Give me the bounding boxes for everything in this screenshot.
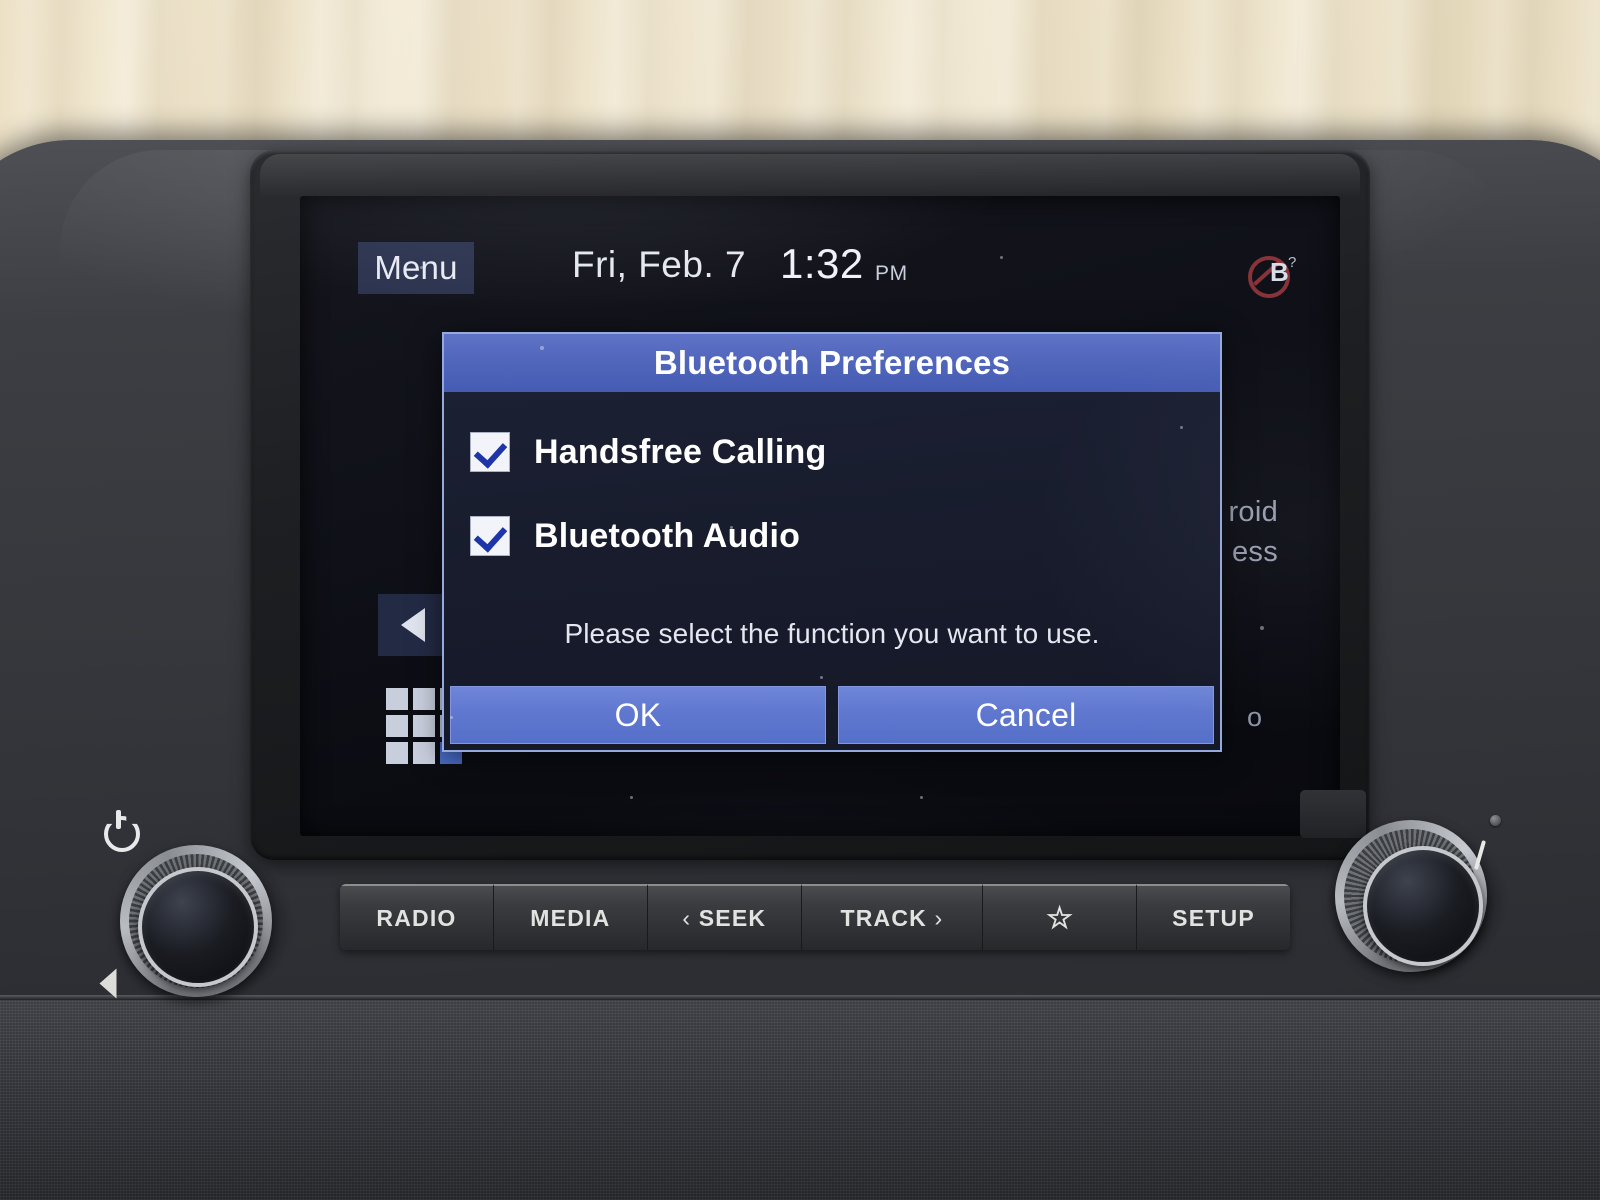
track-right-chevron-icon: › <box>934 904 944 931</box>
cancel-button[interactable]: Cancel <box>838 686 1214 744</box>
bezel-screw <box>1490 815 1501 826</box>
bluetooth-disconnected-icon: B ? <box>1248 254 1304 298</box>
photo-scene: FM roid ess o Menu Fri, Feb. 7 <box>0 0 1600 1200</box>
status-bar: Menu Fri, Feb. 7 1:32 PM B ? <box>300 196 1340 298</box>
grid-cell <box>413 715 435 737</box>
bezel-highlight <box>260 154 1360 198</box>
checkbox-bluetooth-audio[interactable] <box>470 516 510 556</box>
hw-button-track[interactable]: TRACK › <box>801 884 984 950</box>
hw-button-track-label: TRACK <box>840 904 927 931</box>
back-arrow-icon[interactable] <box>378 594 450 656</box>
dashboard-lower-panel <box>0 1000 1600 1200</box>
bluetooth-preferences-dialog[interactable]: Bluetooth Preferences Handsfree Calling … <box>442 332 1222 752</box>
grid-cell <box>386 688 408 710</box>
option-handsfree-calling[interactable]: Handsfree Calling <box>470 432 826 472</box>
seek-left-chevron-icon: ‹ <box>682 904 692 931</box>
checkbox-handsfree-calling[interactable] <box>470 432 510 472</box>
status-ampm: PM <box>875 262 908 285</box>
back-arrow-glyph <box>400 608 425 642</box>
infotainment-screen[interactable]: FM roid ess o Menu Fri, Feb. 7 <box>300 196 1340 836</box>
power-stem-glyph <box>116 810 121 829</box>
grid-cell <box>386 742 408 764</box>
bluetooth-status-letter: B <box>1270 257 1289 287</box>
status-date: Fri, Feb. 7 <box>572 244 747 285</box>
knob-face <box>1363 846 1483 966</box>
ok-button[interactable]: OK <box>450 686 826 744</box>
background-text-bottom: ess <box>1231 536 1278 568</box>
option-label-bluetooth-audio: Bluetooth Audio <box>534 516 801 555</box>
hw-button-media[interactable]: MEDIA <box>493 884 648 950</box>
power-ring-glyph <box>104 816 140 852</box>
dialog-body: Handsfree Calling Bluetooth Audio Please… <box>444 392 1220 750</box>
hardware-button-strip: RADIO MEDIA ‹ SEEK TRACK › ☆ SETUP <box>340 884 1290 950</box>
hw-button-setup[interactable]: SETUP <box>1137 884 1290 950</box>
menu-button[interactable]: Menu <box>358 242 474 294</box>
bluetooth-status-superscript: ? <box>1288 254 1297 271</box>
option-bluetooth-audio[interactable]: Bluetooth Audio <box>470 516 800 556</box>
knob-position-marker <box>99 968 117 999</box>
grid-cell <box>386 715 408 737</box>
dialog-message: Please select the function you want to u… <box>564 618 1100 649</box>
knob-face <box>138 867 258 987</box>
background-text-top: roid <box>1228 496 1278 528</box>
grid-cell <box>413 742 435 764</box>
hw-button-favorite[interactable]: ☆ <box>983 884 1138 950</box>
hw-button-seek-label: SEEK <box>698 904 767 931</box>
hw-button-radio[interactable]: RADIO <box>340 884 494 950</box>
background-right-stub: o <box>1246 702 1262 732</box>
status-time: 1:32 <box>780 240 864 287</box>
grid-cell <box>413 688 435 710</box>
option-label-handsfree-calling: Handsfree Calling <box>534 432 827 471</box>
hw-button-seek[interactable]: ‹ SEEK <box>647 884 802 950</box>
dialog-title: Bluetooth Preferences <box>444 334 1220 392</box>
dialog-action-bar: OK Cancel <box>450 686 1214 744</box>
power-icon <box>104 810 140 852</box>
